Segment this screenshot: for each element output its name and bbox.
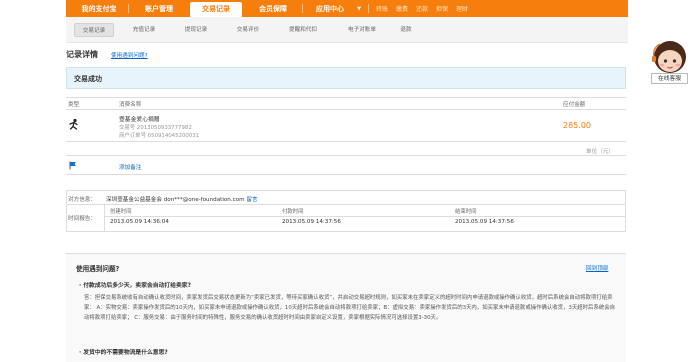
end-time-value: 2013.05.09 14:37:56 (455, 219, 514, 225)
divider (66, 97, 626, 98)
faq-question-text: 付款成功后多少天，卖家会自动打给卖家? (83, 283, 191, 289)
unit-note: 单位（元） (586, 149, 614, 155)
divider (66, 109, 626, 110)
nav-tab-transactions[interactable]: 交易记录 (190, 2, 242, 17)
col-header-type: 类型 (68, 102, 80, 108)
quick-link-transfer[interactable]: 转账 (376, 2, 388, 17)
subtab-recharge[interactable]: 充值记录 (122, 23, 166, 37)
subtab-withdraw[interactable]: 提现记录 (174, 23, 218, 37)
col-header-amount: 应付金额 (563, 102, 586, 108)
status-banner (66, 67, 626, 89)
nav-tab-account[interactable]: 账户管理 (132, 2, 186, 17)
subtab-statement[interactable]: 电子对账单 (334, 23, 390, 37)
subtab-records[interactable]: 交易记录 (74, 23, 114, 37)
party-email: don***@one-foundation.com (163, 197, 245, 203)
divider (66, 155, 626, 156)
divider (104, 205, 105, 231)
party-label: 对方信息： (68, 197, 96, 203)
nav-divider (128, 4, 129, 13)
top-nav-bar: 我的支付宝 账户管理 交易记录 会员保障 应用中心 ▼ 转账 缴费 还款 担保 … (66, 0, 628, 17)
nav-divider (302, 4, 303, 13)
divider (67, 204, 625, 205)
divider (66, 174, 626, 175)
quick-link-bills[interactable]: 缴费 (396, 2, 408, 17)
charity-icon (69, 118, 78, 130)
sub-nav: 交易记录 充值记录 提现记录 交易评价 提醒和代扣 电子对账单 退款 (66, 17, 628, 43)
faq-question-text: 发货中的不需要物流是什么意思? (83, 350, 168, 356)
order-name: 壹基金爱心捐赠 (119, 117, 160, 123)
chevron-down-icon[interactable]: ▼ (354, 2, 364, 17)
nav-tab-my-alipay[interactable]: 我的支付宝 (72, 2, 126, 17)
subtab-review[interactable]: 交易评价 (226, 23, 270, 37)
help-link[interactable]: 使用遇到问题? (111, 51, 148, 59)
help-title: 使用遇到问题? (76, 265, 120, 273)
created-time-header: 创建时间 (110, 209, 132, 215)
merchant-order-number: 商户订单号 050914045200031 (119, 133, 200, 139)
subtab-reminders[interactable]: 提醒和代扣 (276, 23, 330, 37)
nav-divider (368, 4, 369, 13)
paid-time-header: 付款时间 (282, 209, 304, 215)
quick-link-finance[interactable]: 理财 (456, 2, 468, 17)
customer-service-button[interactable]: 在线客服 (651, 73, 688, 84)
divider (105, 216, 625, 217)
message-link[interactable]: 留言 (246, 197, 257, 203)
party-info: 深圳壹基金公益基金会 don***@one-foundation.com 留言 (106, 195, 258, 203)
status-text: 交易成功 (74, 75, 102, 83)
quick-link-escrow[interactable]: 担保 (436, 2, 448, 17)
divider (66, 141, 626, 142)
subtab-refund[interactable]: 退款 (392, 23, 420, 37)
customer-service-avatar[interactable] (650, 36, 690, 76)
back-to-top-link[interactable]: 回到顶部 (586, 264, 608, 272)
nav-tab-protection[interactable]: 会员保障 (246, 2, 300, 17)
faq-answer: 答：担保交易系统收有自动确认收货时间，卖家发货后交易状态更新为“卖家已发货，等待… (84, 295, 616, 322)
created-time-value: 2013.05.09 14:36:04 (110, 219, 169, 225)
flag-icon (69, 161, 76, 170)
quick-link-repay[interactable]: 还款 (416, 2, 428, 17)
nav-tab-apps[interactable]: 应用中心 (306, 2, 354, 17)
trade-number: 交易号 2013050933777982 (119, 125, 192, 131)
time-label: 时间报告： (68, 216, 96, 222)
col-header-name: 消费名称 (119, 102, 142, 108)
paid-time-value: 2013.05.09 14:37:56 (282, 219, 341, 225)
amount-value: 285.00 (563, 121, 591, 130)
party-name: 深圳壹基金公益基金会 (106, 197, 162, 203)
page-title: 记录详情 (66, 50, 98, 59)
faq-question: · 付款成功后多少天，卖家会自动打给卖家? (79, 283, 191, 289)
end-time-header: 结束时间 (455, 209, 477, 215)
add-note-link[interactable]: 添加备注 (119, 163, 141, 171)
faq-question: · 发货中的不需要物流是什么意思? (79, 350, 168, 356)
